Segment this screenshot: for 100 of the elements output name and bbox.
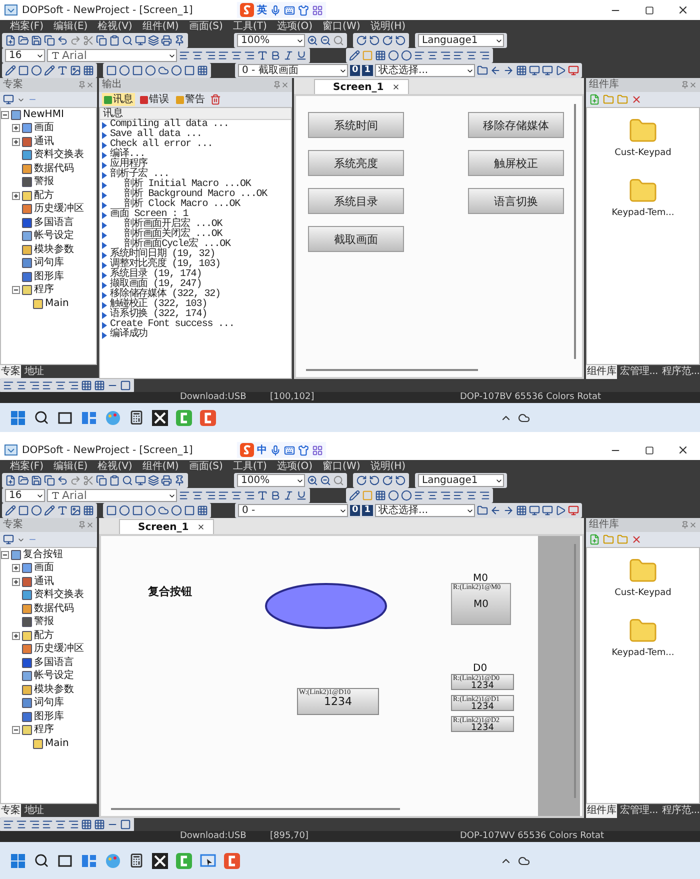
tree-item[interactable]: 画面 [34,123,54,134]
font-name-combo[interactable]: Arial [47,49,177,62]
menu-item[interactable]: 选项(O) [276,22,313,32]
menu-item[interactable]: 工具(T) [232,22,267,32]
app-icon[interactable] [152,852,168,868]
zoom-combo[interactable]: 100% [237,474,305,487]
editor-tab[interactable]: Screen_1 [314,79,409,94]
restore-icon[interactable] [644,446,654,454]
keyboard-icon[interactable] [284,4,295,16]
library-item[interactable]: Cust-Keypad [614,148,672,158]
expand-toggle[interactable] [12,124,20,132]
collapse-toggle[interactable] [12,726,20,734]
panel-tab[interactable]: 程序范... [660,804,700,818]
folder-icon[interactable] [476,505,488,516]
grid-icon[interactable] [516,505,527,516]
align-left-icon[interactable] [3,380,14,391]
tree-item[interactable]: 帐号设定 [34,231,74,242]
tree-item[interactable]: 资料交换表 [34,150,84,160]
close-icon[interactable] [392,83,400,91]
task-view-icon[interactable] [57,852,73,868]
tree-item[interactable]: 历史缓冲区 [34,204,84,214]
panel-tab[interactable]: 专案 [0,365,22,379]
open-folder-icon[interactable] [18,35,29,46]
hmi-button[interactable]: 语言切换 [468,188,564,214]
zoom-fit-icon[interactable] [333,35,344,46]
tree-item[interactable]: 程序 [34,725,54,736]
tree-item[interactable]: 多国语言 [34,658,74,668]
text-icon[interactable] [57,65,68,76]
pin-icon[interactable] [78,521,86,529]
font-size-combo[interactable]: 16 [5,489,45,502]
search-icon[interactable] [122,475,133,486]
align-center-icon[interactable] [192,50,203,61]
dropdown-icon[interactable] [17,96,25,104]
expand-toggle[interactable] [12,564,20,572]
state-high-button[interactable]: 1 [362,65,373,76]
menu-item[interactable]: 编辑(E) [54,22,88,32]
expand-toggle[interactable] [12,578,20,586]
collapse-toggle[interactable] [1,550,9,559]
tree-item[interactable]: 图形库 [34,272,64,282]
align-right-icon[interactable] [29,380,40,391]
italic-icon[interactable] [283,490,294,501]
keyboard-icon[interactable] [284,444,295,456]
close-icon[interactable] [677,4,689,16]
tree-item[interactable]: 程序 [34,285,54,296]
menu-item[interactable]: 工具(T) [232,462,267,472]
tree-item[interactable]: 警报 [34,617,54,628]
screen-combo[interactable]: 0 - 截取画面 [238,64,348,77]
widgets-icon[interactable] [81,410,97,426]
menu-item[interactable]: 画面(S) [188,462,223,472]
grid-icon[interactable] [516,65,527,76]
copy-icon[interactable] [96,475,107,486]
microphone-icon[interactable] [270,4,281,16]
text-icon[interactable] [57,505,68,516]
panel-tab[interactable]: 宏管理... [619,365,659,379]
save-icon[interactable] [31,475,42,486]
new-file-icon[interactable] [5,35,16,46]
scrollbar[interactable] [111,808,400,810]
cloud-icon[interactable] [518,854,530,866]
pin-icon[interactable] [681,81,689,89]
paste-icon[interactable] [109,35,120,46]
project-icon[interactable] [3,534,14,545]
run-icon[interactable] [554,505,566,516]
back-icon[interactable] [490,505,501,516]
rotate-back-icon[interactable] [369,35,380,46]
font-name-combo[interactable]: Arial [47,489,177,502]
pin-icon[interactable] [78,81,86,89]
font-size-combo[interactable]: 16 [5,49,45,62]
filter-button[interactable]: 讯息 [102,93,135,106]
expand-toggle[interactable] [12,632,20,640]
align-center-icon[interactable] [16,380,27,391]
circle-icon[interactable] [31,65,42,76]
scrollbar[interactable] [306,369,478,371]
align-right-icon[interactable] [205,490,216,501]
state-low-button[interactable]: 0 [350,65,360,76]
bold-icon[interactable] [270,490,281,501]
align-right-icon[interactable] [205,50,216,61]
widgets-icon[interactable] [81,852,97,868]
pin-icon[interactable] [681,521,689,529]
tree-item[interactable]: 帐号设定 [34,671,74,682]
delete-icon[interactable] [631,534,642,545]
screen-icon[interactable] [528,505,540,516]
search-icon[interactable] [122,35,133,46]
tree-item[interactable]: 多国语言 [34,218,74,228]
layers-icon[interactable] [148,35,159,46]
save-icon[interactable] [31,35,42,46]
align-left-icon[interactable] [179,490,190,501]
screen-combo[interactable]: 0 - [238,504,348,517]
calculator-icon[interactable] [129,410,144,425]
tree-item[interactable]: 配方 [34,190,54,201]
tree-item[interactable]: 警报 [34,177,54,188]
underline-icon[interactable] [296,50,307,61]
hmi-button[interactable]: 系统时间 [308,112,404,138]
editor-tab[interactable]: Screen_1 [119,519,214,534]
menu-item[interactable]: 组件(M) [142,22,179,32]
screen-icon[interactable] [135,475,146,486]
panel-tab[interactable]: 地址 [23,365,45,379]
state-combo[interactable]: 状态选择... [374,504,475,517]
layers-icon[interactable] [148,475,159,486]
screen-icon[interactable] [135,35,146,46]
align-left-icon[interactable] [179,50,190,61]
